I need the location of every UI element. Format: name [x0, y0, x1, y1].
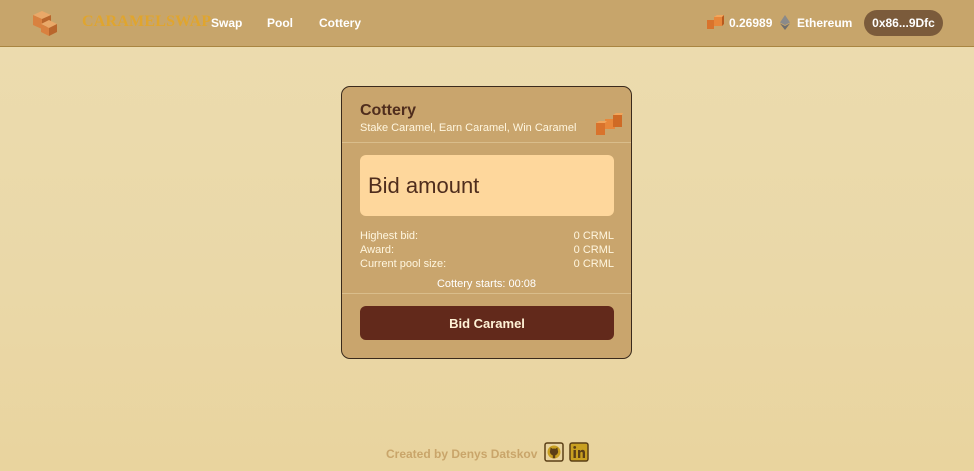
top-navbar: CARAMELSWAP Swap Pool Cottery 0.26989 Et…: [0, 0, 974, 47]
linkedin-icon[interactable]: [569, 442, 589, 462]
ethereum-icon: [780, 15, 790, 30]
stat-label: Current pool size:: [360, 258, 447, 270]
nav-cottery[interactable]: Cottery: [319, 16, 361, 30]
card-title: Cottery: [360, 102, 417, 119]
nav-pool[interactable]: Pool: [267, 16, 293, 30]
caramel-cubes-icon: [596, 113, 623, 135]
stat-value: 0 CRML: [573, 258, 614, 270]
footer-credit: Created by Denys Datskov: [386, 447, 538, 461]
cottery-card: Cottery Stake Caramel, Earn Caramel, Win…: [341, 86, 632, 359]
stat-label: Award:: [360, 244, 395, 256]
divider: [342, 293, 631, 294]
stat-value: 0 CRML: [573, 230, 614, 242]
network-name[interactable]: Ethereum: [797, 16, 852, 30]
stat-label: Highest bid:: [360, 230, 419, 242]
caramel-token-icon: [707, 15, 724, 29]
nav-swap[interactable]: Swap: [211, 16, 242, 30]
card-subtitle: Stake Caramel, Earn Caramel, Win Caramel: [360, 122, 577, 134]
github-icon[interactable]: [544, 442, 564, 462]
caramel-balance: 0.26989: [729, 16, 773, 30]
brand-name[interactable]: CARAMELSWAP: [82, 13, 211, 31]
stat-value: 0 CRML: [573, 244, 614, 256]
caramel-logo-icon[interactable]: [30, 9, 60, 37]
bid-caramel-button[interactable]: Bid Caramel: [360, 306, 614, 340]
divider: [342, 142, 631, 143]
cottery-countdown: Cottery starts: 00:08: [436, 278, 537, 290]
bid-amount-input[interactable]: [360, 155, 614, 216]
wallet-address-button[interactable]: 0x86...9Dfc: [864, 10, 943, 36]
